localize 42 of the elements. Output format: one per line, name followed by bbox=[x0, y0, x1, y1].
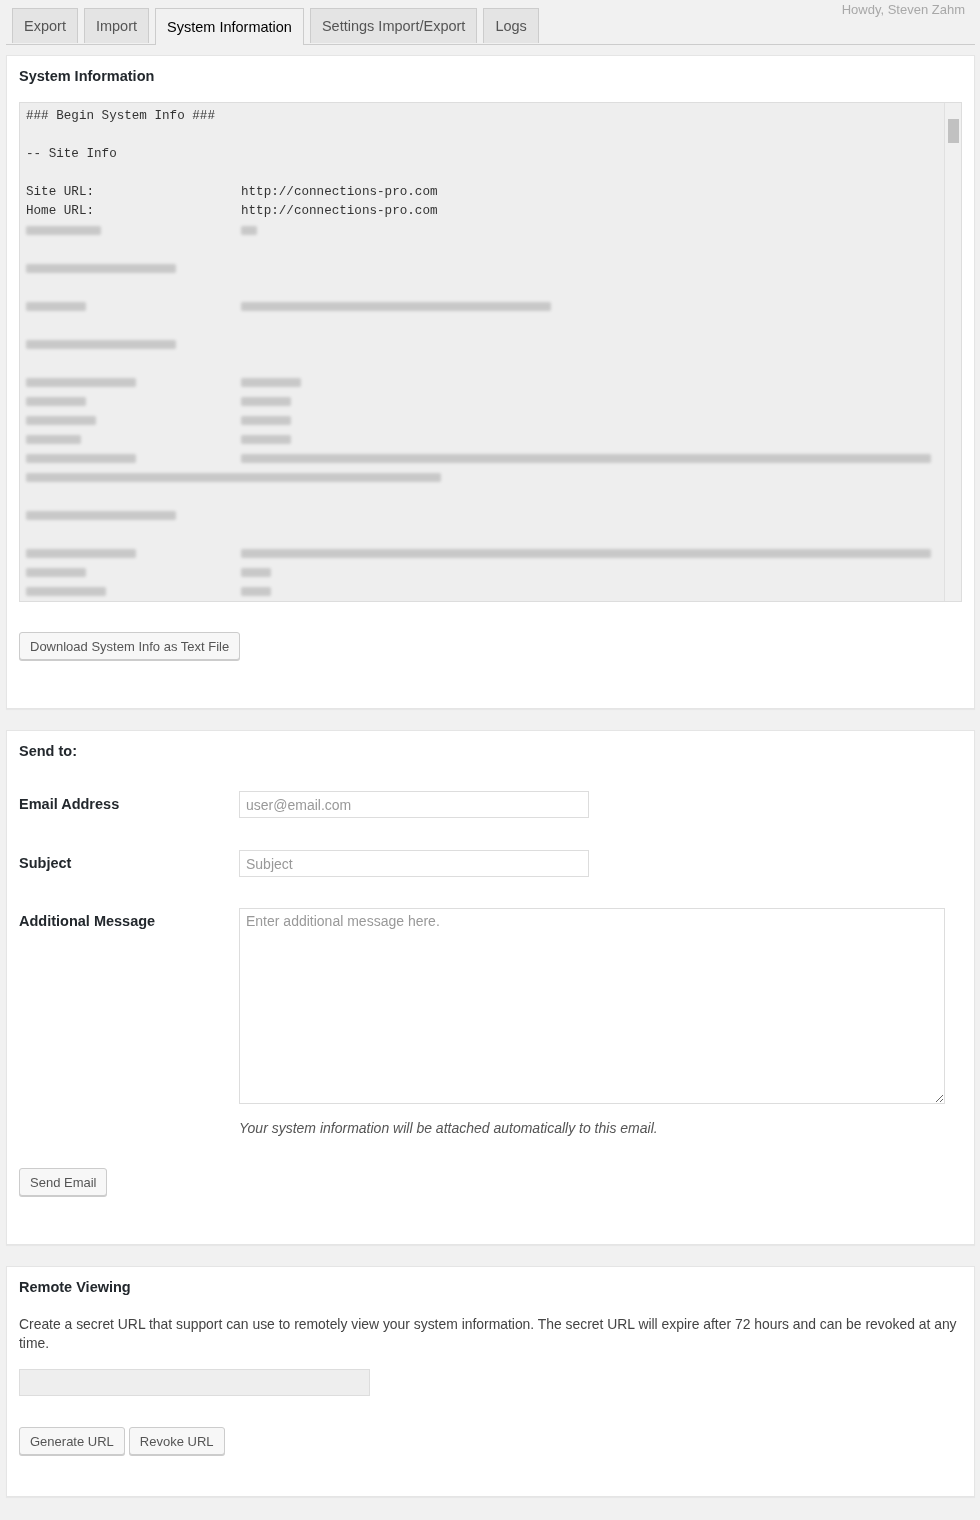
field-label: Email Address bbox=[19, 795, 121, 812]
input-field[interactable]: user@email.com bbox=[239, 791, 589, 818]
panel-title: Remote Viewing bbox=[19, 1279, 132, 1295]
blurred-text bbox=[26, 568, 86, 577]
blurred-text bbox=[241, 226, 257, 235]
blurred-text bbox=[26, 435, 81, 444]
info-line: -- Site Info bbox=[26, 146, 117, 163]
blurred-text bbox=[241, 587, 271, 596]
field-label: Additional Message bbox=[19, 912, 157, 929]
tab[interactable]: System Information bbox=[155, 8, 304, 45]
info-label: Site URL: bbox=[26, 184, 96, 201]
panel-title: System Information bbox=[19, 68, 156, 84]
download-button[interactable]: Download System Info as Text File bbox=[19, 632, 241, 660]
blurred-text bbox=[241, 416, 291, 425]
tab[interactable]: Import bbox=[83, 8, 149, 43]
input-field[interactable]: Subject bbox=[239, 850, 589, 877]
scrollbar[interactable] bbox=[944, 103, 961, 601]
description-text: Create a secret URL that support can use to remotely view your system information. The secret URL will expire after 72 hours and can be revoked at any time. bbox=[19, 1315, 958, 1353]
blurred-text bbox=[26, 397, 86, 406]
url-button[interactable]: Revoke URL bbox=[128, 1427, 225, 1455]
url-button[interactable]: Generate URL bbox=[19, 1427, 125, 1455]
system-info-box[interactable]: ### Begin System Info ### -- Site Info Site URL: http://connections-pro.com Home URL: http://connections-pro.com bbox=[19, 102, 962, 602]
blurred-text bbox=[26, 302, 86, 311]
field-note: Your system information will be attached automatically to this email. bbox=[239, 1120, 659, 1136]
blurred-text bbox=[241, 378, 301, 387]
panel-title: Send to: bbox=[19, 743, 78, 759]
info-value: http://connections-pro.com bbox=[241, 184, 438, 201]
tab[interactable]: Logs bbox=[483, 8, 539, 43]
info-line: ### Begin System Info ### bbox=[26, 108, 215, 125]
blurred-text bbox=[241, 568, 271, 577]
info-label: Home URL: bbox=[26, 203, 96, 220]
greeting-text: Howdy, Steven Zahm bbox=[841, 2, 965, 17]
message-field[interactable]: Enter additional message here. bbox=[239, 908, 945, 1104]
tab[interactable]: Export bbox=[12, 8, 78, 43]
send-email-button[interactable]: Send Email bbox=[19, 1168, 108, 1196]
blurred-text bbox=[26, 416, 96, 425]
blurred-text bbox=[241, 397, 291, 406]
tab[interactable]: Settings Import/Export bbox=[309, 8, 478, 43]
blurred-text bbox=[241, 435, 291, 444]
info-value: http://connections-pro.com bbox=[241, 203, 438, 220]
field-label: Subject bbox=[19, 854, 73, 871]
url-field[interactable] bbox=[19, 1369, 370, 1396]
